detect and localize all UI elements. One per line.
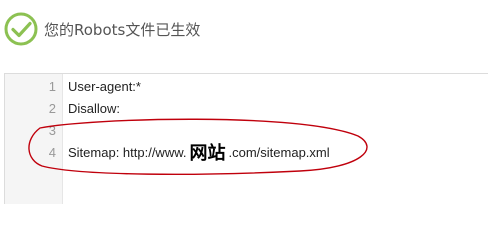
line-number: 4 [48, 145, 56, 160]
robots-code-viewer: 1 User-agent:* 2 Disallow: 3 4 Sitemap: … [4, 73, 488, 204]
sitemap-directive: Sitemap: http://www. 网站 .com/sitemap.xml [68, 142, 330, 165]
code-text: User-agent:* [68, 79, 141, 94]
highlight-word: 网站 [189, 143, 226, 164]
code-line: 1 User-agent:* [5, 76, 485, 98]
line-number: 3 [48, 123, 56, 138]
sitemap-suffix: .com/sitemap.xml [228, 145, 330, 160]
check-circle-icon [4, 12, 38, 46]
status-row: 您的Robots文件已生效 [4, 12, 200, 46]
code-text: Disallow: [68, 101, 121, 116]
line-number: 2 [48, 101, 56, 116]
line-number: 1 [48, 79, 56, 94]
status-message: 您的Robots文件已生效 [44, 20, 201, 39]
code-line: 3 [5, 120, 485, 142]
sitemap-prefix: Sitemap: http://www. [68, 145, 187, 160]
code-line: 2 Disallow: [5, 98, 485, 120]
code-line-sitemap: 4 Sitemap: http://www. 网站 .com/sitemap.xml [5, 142, 485, 164]
